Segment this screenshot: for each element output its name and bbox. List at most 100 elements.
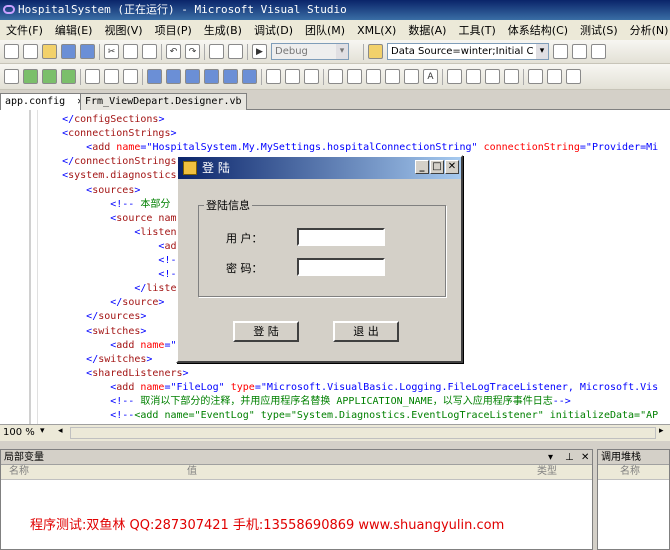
db-icon[interactable] — [447, 69, 462, 84]
menu-item[interactable]: 文件(F) — [0, 22, 49, 38]
splitter[interactable] — [0, 441, 670, 449]
panel-close-icon[interactable]: ✕ — [581, 450, 589, 465]
menu-item[interactable]: 测试(S) — [574, 22, 624, 38]
code-line[interactable]: <listen — [38, 226, 176, 240]
menu-item[interactable]: XML(X) — [351, 24, 402, 37]
code-line[interactable]: </switches> — [38, 353, 152, 367]
code-line[interactable]: <add name="FileLog" type="Microsoft.Visu… — [38, 381, 658, 395]
cut-icon[interactable]: ✂ — [104, 44, 119, 59]
undo-icon[interactable]: ↶ — [166, 44, 181, 59]
step-into-icon[interactable] — [23, 69, 38, 84]
code-line[interactable]: <system.diagnostics> — [38, 169, 182, 183]
view-code-icon[interactable] — [166, 69, 181, 84]
tab-app-config[interactable]: app.config ✕ — [0, 93, 89, 110]
panel-options-icon[interactable]: ▾ — [548, 450, 553, 465]
bullets-icon[interactable] — [566, 69, 581, 84]
code-line[interactable]: </connectionStrings> — [38, 155, 182, 169]
validate-icon[interactable] — [347, 69, 362, 84]
indent-icon[interactable] — [304, 69, 319, 84]
menu-item[interactable]: 调试(D) — [248, 22, 299, 38]
list-icon[interactable] — [223, 69, 238, 84]
login-button[interactable]: 登 陆 — [233, 321, 299, 342]
column-name[interactable]: 名称 — [620, 465, 640, 479]
code-line[interactable]: <source nam — [38, 212, 176, 226]
code-line[interactable]: </liste — [38, 282, 176, 296]
new-project-icon[interactable] — [4, 44, 19, 59]
menu-item[interactable]: 生成(B) — [198, 22, 248, 38]
designer-icon[interactable] — [147, 69, 162, 84]
properties-icon[interactable] — [572, 44, 587, 59]
exit-button[interactable]: 退 出 — [333, 321, 399, 342]
code-line[interactable]: </sources> — [38, 310, 146, 324]
code-line[interactable]: <!-- 取消以下部分的注释，并用应用程序名替换 APPLICATION_NAM… — [38, 395, 571, 409]
db-refresh-icon[interactable] — [466, 69, 481, 84]
menu-item[interactable]: 编辑(E) — [49, 22, 99, 38]
menu-item[interactable]: 项目(P) — [149, 22, 198, 38]
username-input[interactable] — [297, 228, 385, 246]
solution-explorer-icon[interactable] — [553, 44, 568, 59]
maximize-icon[interactable]: □ — [430, 160, 444, 174]
save-all-icon[interactable] — [80, 44, 95, 59]
horizontal-scrollbar[interactable] — [70, 427, 656, 439]
layout-icon[interactable] — [85, 69, 100, 84]
code-line[interactable]: <sharedListeners> — [38, 367, 188, 381]
minimize-icon[interactable]: _ — [415, 160, 429, 174]
password-input[interactable] — [297, 258, 385, 276]
code-line[interactable]: <connectionStrings> — [38, 127, 176, 141]
code-line[interactable]: <!- — [38, 268, 176, 282]
step-out-icon[interactable] — [61, 69, 76, 84]
code-line[interactable]: <ad — [38, 240, 176, 254]
code-line[interactable]: <add name=" — [38, 339, 176, 353]
menu-item[interactable]: 工具(T) — [452, 22, 501, 38]
column-value[interactable]: 值 — [187, 465, 197, 479]
copy-icon[interactable] — [123, 44, 138, 59]
spell-check-icon[interactable] — [504, 69, 519, 84]
align-icon[interactable] — [104, 69, 119, 84]
zoom-level[interactable]: 100 % — [3, 427, 35, 438]
comment-icon[interactable] — [266, 69, 281, 84]
find-icon[interactable] — [368, 44, 383, 59]
zoom-dropdown-icon[interactable]: ▾ — [40, 426, 45, 436]
code-line[interactable]: <add name="HospitalSystem.My.MySettings.… — [38, 141, 658, 155]
menu-item[interactable]: 体系结构(C) — [502, 22, 574, 38]
menu-item[interactable]: 数据(A) — [402, 22, 452, 38]
menu-item[interactable]: 视图(V) — [98, 22, 148, 38]
grid-icon[interactable] — [204, 69, 219, 84]
code-line[interactable]: <!--<add name="EventLog" type="System.Di… — [38, 409, 658, 423]
open-file-icon[interactable] — [42, 44, 57, 59]
solution-config-dropdown[interactable]: Debug — [271, 43, 349, 60]
start-debugging-icon[interactable]: ▶ — [252, 44, 267, 59]
toolbox-icon[interactable] — [591, 44, 606, 59]
code-line[interactable]: <!-- 本部分 — [38, 198, 170, 212]
tab-frm-viewdepart-designer[interactable]: Frm_ViewDepart.Designer.vb — [80, 93, 247, 110]
scroll-left-icon[interactable]: ◂ — [58, 426, 63, 436]
outline-margin[interactable] — [0, 110, 36, 424]
step-over-icon[interactable] — [42, 69, 57, 84]
scroll-right-icon[interactable]: ▸ — [659, 426, 664, 436]
code-line[interactable]: </configSections> — [38, 113, 164, 127]
redo-icon[interactable]: ↷ — [185, 44, 200, 59]
navigate-forward-icon[interactable] — [228, 44, 243, 59]
save-icon[interactable] — [61, 44, 76, 59]
uncomment-icon[interactable] — [285, 69, 300, 84]
menu-item[interactable]: 团队(M) — [299, 22, 351, 38]
format-icon[interactable] — [123, 69, 138, 84]
xslt-icon[interactable] — [366, 69, 381, 84]
column-type[interactable]: 类型 — [537, 465, 557, 479]
columns-icon[interactable] — [242, 69, 257, 84]
menu-item[interactable]: 分析(N) — [624, 22, 670, 38]
decrease-indent-icon[interactable] — [528, 69, 543, 84]
font-size-icon[interactable]: A — [423, 69, 438, 84]
code-line[interactable]: </source> — [38, 296, 164, 310]
increase-indent-icon[interactable] — [547, 69, 562, 84]
db-add-icon[interactable] — [485, 69, 500, 84]
dialog-title-bar[interactable]: 登 陆 _ □ ✕ — [178, 157, 461, 179]
table-icon[interactable] — [185, 69, 200, 84]
code-line[interactable]: <switches> — [38, 325, 146, 339]
code-line[interactable]: <sources> — [38, 184, 140, 198]
pin-icon[interactable]: ⊥ — [565, 450, 574, 465]
query-icon[interactable] — [404, 69, 419, 84]
schema-icon[interactable] — [328, 69, 343, 84]
datasource-dropdown[interactable]: Data Source=winter;Initial C — [387, 43, 549, 60]
add-item-icon[interactable] — [23, 44, 38, 59]
